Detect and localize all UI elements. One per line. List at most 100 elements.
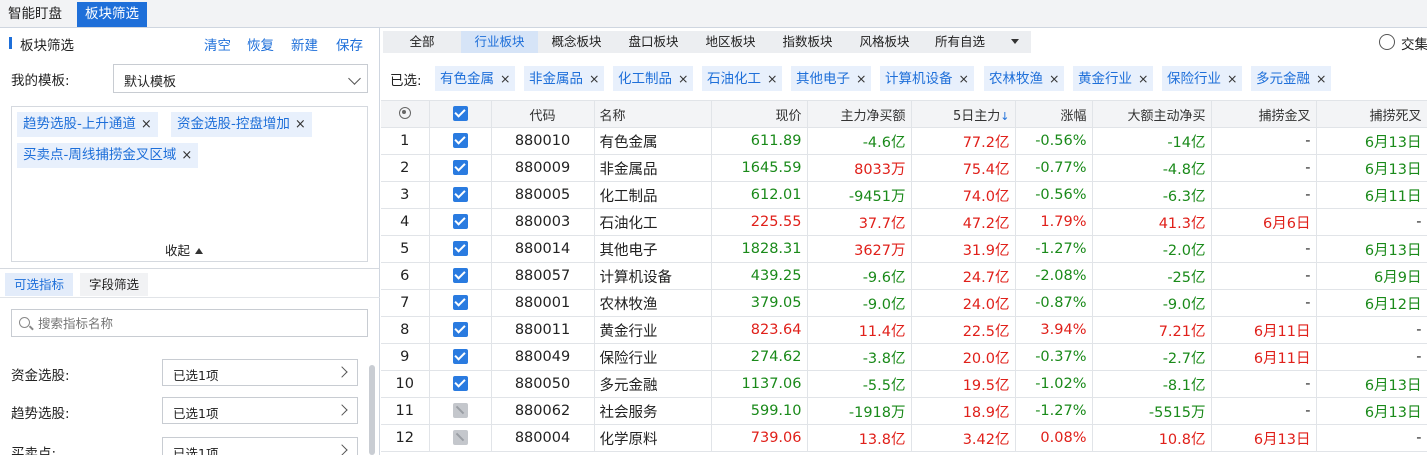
cell-price: 599.10	[711, 397, 808, 425]
close-icon[interactable]: ×	[678, 71, 688, 86]
row-checkbox[interactable]	[452, 375, 468, 391]
close-icon[interactable]: ×	[181, 148, 192, 163]
row-checkbox-cell[interactable]	[429, 316, 492, 344]
row-checkbox-cell[interactable]	[429, 424, 492, 452]
search-input[interactable]	[38, 314, 358, 332]
row-checkbox[interactable]	[452, 321, 468, 337]
sector-tag: 计算机设备 ×	[880, 66, 974, 91]
row-checkbox-cell[interactable]	[429, 289, 492, 317]
col-main-net-buy[interactable]: 主力净买额	[807, 100, 912, 128]
row-checkbox-cell[interactable]	[429, 127, 492, 155]
col-large-active-net-buy[interactable]: 大额主动净买	[1092, 100, 1212, 128]
row-checkbox[interactable]	[452, 159, 468, 175]
row-checkbox-cell[interactable]	[429, 397, 492, 425]
close-icon[interactable]: ×	[1316, 71, 1326, 86]
cell-main-net-buy: -9.6亿	[807, 262, 912, 290]
new-button[interactable]: 新建	[291, 34, 318, 54]
table-row[interactable]: 6 880057 计算机设备 439.25 -9.6亿 24.7亿 -2.08% -25亿 -6…	[381, 262, 1427, 290]
tab-sector-filter[interactable]: 板块筛选	[77, 2, 147, 27]
row-checkbox[interactable]	[452, 348, 468, 364]
settings-header[interactable]	[381, 100, 430, 128]
restore-button[interactable]: 恢复	[247, 34, 274, 54]
row-checkbox[interactable]	[452, 267, 468, 283]
row-checkbox-cell[interactable]	[429, 154, 492, 182]
row-checkbox[interactable]	[452, 186, 468, 202]
tab-category-all[interactable]: 全部	[383, 31, 461, 53]
close-icon[interactable]: ×	[1227, 71, 1237, 86]
tag-label: 计算机设备	[885, 71, 953, 87]
close-icon[interactable]: ×	[1138, 71, 1148, 86]
row-checkbox[interactable]	[452, 240, 468, 256]
cell-price: 739.06	[711, 424, 808, 452]
col-golden-cross[interactable]: 捕捞金叉	[1211, 100, 1317, 128]
cell-change: 0.08%	[1015, 424, 1093, 452]
row-checkbox-cell[interactable]	[429, 370, 492, 398]
tag-label: 保险行业	[1167, 71, 1221, 87]
close-icon[interactable]: ×	[295, 117, 306, 132]
cell-large-active-net-buy: -8.1亿	[1092, 370, 1212, 398]
table-row[interactable]: 10 880050 多元金融 1137.06 -5.5亿 19.5亿 -1.02% -8.1亿…	[381, 370, 1427, 398]
tab-category-style[interactable]: 风格板块	[846, 31, 923, 53]
close-icon[interactable]: ×	[141, 117, 152, 132]
col-name[interactable]: 名称	[594, 100, 712, 128]
table-row[interactable]: 8 880011 黄金行业 823.64 11.4亿 22.5亿 3.94% 7.21亿 6月1…	[381, 316, 1427, 344]
cell-main-net-buy: -4.6亿	[807, 127, 912, 155]
tab-category-index[interactable]: 指数板块	[769, 31, 846, 53]
col-code[interactable]: 代码	[491, 100, 595, 128]
tab-category-concept[interactable]: 概念板块	[538, 31, 615, 53]
sort-desc-icon: ↓	[1000, 109, 1010, 123]
close-icon[interactable]: ×	[1049, 71, 1059, 86]
table-row[interactable]: 9 880049 保险行业 274.62 -3.8亿 20.0亿 -0.37% -2.7亿 6月…	[381, 343, 1427, 371]
row-checkbox[interactable]	[452, 132, 468, 148]
cell-name: 保险行业	[594, 343, 712, 371]
row-checkbox-cell[interactable]	[429, 343, 492, 371]
row-checkbox-cell[interactable]	[429, 208, 492, 236]
row-checkbox-cell[interactable]	[429, 262, 492, 290]
select-all-header[interactable]	[429, 100, 492, 128]
intersect-radio[interactable]	[1379, 34, 1395, 50]
template-select[interactable]: 默认模板	[113, 64, 368, 93]
select-all-checkbox[interactable]	[452, 105, 468, 121]
tab-category-region[interactable]: 地区板块	[692, 31, 769, 53]
scrollbar-thumb[interactable]	[369, 365, 375, 455]
col-change[interactable]: 涨幅	[1015, 100, 1093, 128]
filter-select[interactable]: 已选1项	[162, 437, 358, 455]
table-row[interactable]: 3 880005 化工制品 612.01 -9451万 74.0亿 -0.56% -6.3亿 -…	[381, 181, 1427, 209]
table-row[interactable]: 7 880001 农林牧渔 379.05 -9.0亿 24.0亿 -0.87% -9.0亿 -6…	[381, 289, 1427, 317]
table-row[interactable]: 5 880014 其他电子 1828.31 3627万 31.9亿 -1.27% -2.0亿 -…	[381, 235, 1427, 263]
cell-code: 880009	[491, 154, 595, 182]
col-death-cross[interactable]: 捕捞死叉	[1316, 100, 1427, 128]
close-icon[interactable]: ×	[856, 71, 866, 86]
table-row[interactable]: 2 880009 非金属品 1645.59 8033万 75.4亿 -0.77% -4.8亿 -…	[381, 154, 1427, 182]
table-row[interactable]: 4 880003 石油化工 225.55 37.7亿 47.2亿 1.79% 41.3亿 6月6…	[381, 208, 1427, 236]
row-checkbox-cell[interactable]	[429, 235, 492, 263]
tab-category-market[interactable]: 盘口板块	[615, 31, 692, 53]
filter-select[interactable]: 已选1项	[162, 397, 358, 424]
row-checkbox[interactable]	[452, 402, 468, 418]
row-checkbox-cell[interactable]	[429, 181, 492, 209]
table-row[interactable]: 1 880010 有色金属 611.89 -4.6亿 77.2亿 -0.56% -14亿 -6月…	[381, 127, 1427, 155]
cell-golden-cross: -	[1211, 181, 1317, 209]
col-5day-main[interactable]: 5日主力↓	[911, 100, 1016, 128]
tab-available-indicators[interactable]: 可选指标	[5, 273, 74, 296]
table-row[interactable]: 11 880062 社会服务 599.10 -1918万 18.9亿 -1.27% -5515…	[381, 397, 1427, 425]
table-row[interactable]: 12 880004 化学原料 739.06 13.8亿 3.42亿 0.08% 10.8亿 6月…	[381, 424, 1427, 452]
row-checkbox[interactable]	[452, 294, 468, 310]
cell-change: -0.77%	[1015, 154, 1093, 182]
filter-select[interactable]: 已选1项	[162, 359, 358, 386]
save-button[interactable]: 保存	[336, 34, 363, 54]
tab-field-filter[interactable]: 字段筛选	[80, 273, 149, 296]
close-icon[interactable]: ×	[589, 71, 599, 86]
close-icon[interactable]: ×	[767, 71, 777, 86]
close-icon[interactable]: ×	[500, 71, 510, 86]
tab-category-industry[interactable]: 行业板块	[461, 31, 538, 53]
row-checkbox[interactable]	[452, 429, 468, 445]
col-price[interactable]: 现价	[711, 100, 808, 128]
cell-code: 880049	[491, 343, 595, 371]
tab-category-watchlist[interactable]: 所有自选	[923, 31, 1031, 53]
close-icon[interactable]: ×	[959, 71, 969, 86]
tab-smart-watch[interactable]: 智能盯盘	[0, 2, 70, 27]
clear-button[interactable]: 清空	[204, 34, 231, 54]
row-checkbox[interactable]	[452, 213, 468, 229]
collapse-button[interactable]: 收起	[165, 240, 204, 259]
